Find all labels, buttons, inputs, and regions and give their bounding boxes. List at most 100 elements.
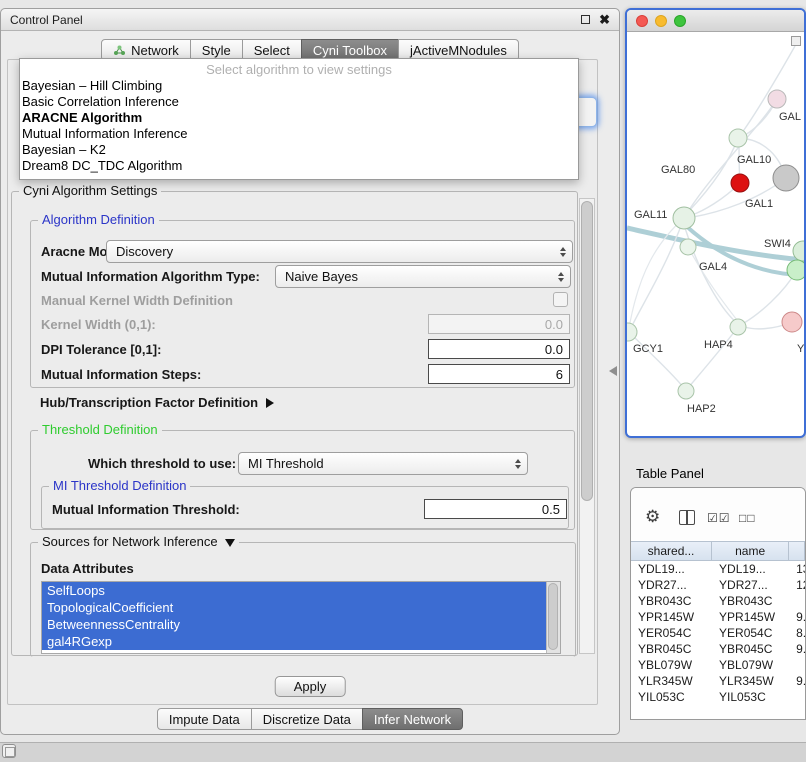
sources-group: Sources for Network Inference Data Attri… bbox=[30, 542, 576, 657]
algorithm-option-aracne-algorithm[interactable]: ARACNE Algorithm bbox=[20, 110, 578, 126]
apply-button[interactable]: Apply bbox=[275, 676, 346, 697]
table-cell: YBL079W bbox=[712, 658, 789, 672]
table-cell: YDR27... bbox=[631, 578, 712, 592]
tab-discretize-data[interactable]: Discretize Data bbox=[251, 708, 363, 730]
splitter-collapse-icon[interactable] bbox=[609, 366, 617, 376]
list-scrollbar[interactable] bbox=[546, 582, 560, 653]
attribute-item[interactable]: gal4RGexp bbox=[42, 633, 546, 650]
network-edge bbox=[688, 327, 738, 388]
node-label: GAL11 bbox=[634, 209, 667, 221]
tab-label: Discretize Data bbox=[263, 712, 351, 727]
hub-section-toggle[interactable]: Hub/Transcription Factor Definition bbox=[40, 395, 274, 410]
close-traffic-light-icon[interactable] bbox=[636, 15, 648, 27]
algorithm-option-bayesian-k2[interactable]: Bayesian – K2 bbox=[20, 142, 578, 158]
network-node[interactable] bbox=[673, 207, 695, 229]
columns-icon[interactable] bbox=[679, 510, 695, 525]
birdseye-toggle-icon[interactable] bbox=[791, 36, 801, 46]
minimize-traffic-light-icon[interactable] bbox=[655, 15, 667, 27]
table-row[interactable]: YBL079WYBL079W bbox=[631, 657, 805, 673]
network-view-window: GALGAL80GAL10GAL11GAL1SWI4GAL4GCY1HAP4HA… bbox=[625, 8, 806, 438]
table-row[interactable]: YBR045CYBR045C9... bbox=[631, 641, 805, 657]
aracne-mode-select[interactable]: Discovery bbox=[106, 240, 573, 263]
column-header-name[interactable]: name bbox=[712, 542, 789, 560]
table-cell: YLR345W bbox=[631, 674, 712, 688]
combo-arrows-icon bbox=[558, 272, 564, 282]
network-node[interactable] bbox=[782, 312, 802, 332]
network-node[interactable] bbox=[768, 90, 786, 108]
which-threshold-label: Which threshold to use: bbox=[88, 456, 236, 471]
scrollbar-thumb[interactable] bbox=[581, 201, 593, 501]
network-node[interactable] bbox=[729, 129, 747, 147]
network-window-titlebar[interactable] bbox=[627, 10, 804, 32]
which-threshold-select[interactable]: MI Threshold bbox=[238, 452, 528, 475]
table-row[interactable]: YBR043CYBR043C bbox=[631, 593, 805, 609]
table-row[interactable]: YPR145WYPR145W9... bbox=[631, 609, 805, 625]
tab-impute-data[interactable]: Impute Data bbox=[157, 708, 252, 730]
tab-label: jActiveMNodules bbox=[410, 43, 507, 58]
algorithm-option-bayesian-hill-climbing[interactable]: Bayesian – Hill Climbing bbox=[20, 78, 578, 94]
node-label: SWI4 bbox=[764, 238, 791, 250]
manual-kernel-width-checkbox[interactable] bbox=[553, 292, 568, 307]
node-label: GCY1 bbox=[633, 343, 663, 355]
mi-threshold-group: MI Threshold Definition Mutual Informati… bbox=[41, 486, 569, 529]
algorithm-option-dream8-dc-tdc-algorithm[interactable]: Dream8 DC_TDC Algorithm bbox=[20, 158, 578, 174]
column-header-extra[interactable] bbox=[789, 542, 805, 560]
network-canvas[interactable]: GALGAL80GAL10GAL11GAL1SWI4GAL4GCY1HAP4HA… bbox=[627, 32, 804, 438]
table-body: YDL19...YDL19...13...YDR27...YDR27...12.… bbox=[631, 561, 805, 719]
network-node[interactable] bbox=[680, 239, 696, 255]
mi-algorithm-type-select[interactable]: Naive Bayes bbox=[275, 265, 571, 288]
settings-scrollbar[interactable] bbox=[579, 198, 595, 654]
mi-threshold-field[interactable]: 0.5 bbox=[424, 499, 567, 519]
algorithm-option-basic-correlation-inference[interactable]: Basic Correlation Inference bbox=[20, 94, 578, 110]
control-panel-titlebar[interactable]: Control Panel ✖ bbox=[1, 9, 619, 31]
table-cell: 12... bbox=[789, 578, 805, 592]
network-icon bbox=[113, 45, 126, 56]
manual-kernel-width-label: Manual Kernel Width Definition bbox=[41, 293, 233, 308]
tab-label: Network bbox=[131, 43, 179, 58]
mi-algorithm-type-value: Naive Bayes bbox=[285, 269, 358, 284]
table-cell: YDL19... bbox=[631, 562, 712, 576]
combo-arrows-icon bbox=[515, 459, 521, 469]
gear-icon[interactable]: ⚙ bbox=[645, 508, 660, 525]
table-row[interactable]: YLR345WYLR345W9... bbox=[631, 673, 805, 689]
table-toolbar: ⚙ ☑☑ □□ bbox=[631, 488, 805, 540]
table-panel-window: ⚙ ☑☑ □□ shared...name YDL19...YDL19...13… bbox=[630, 487, 806, 720]
attribute-item[interactable]: SelfLoops bbox=[42, 582, 546, 599]
table-row[interactable]: YER054CYER054C8... bbox=[631, 625, 805, 641]
network-node[interactable] bbox=[773, 165, 799, 191]
network-node[interactable] bbox=[787, 260, 804, 280]
table-cell: YPR145W bbox=[712, 610, 789, 624]
tab-label: Infer Network bbox=[374, 712, 451, 727]
attribute-item[interactable]: BetweennessCentrality bbox=[42, 616, 546, 633]
network-node[interactable] bbox=[678, 383, 694, 399]
table-cell: 9... bbox=[789, 642, 805, 656]
network-node[interactable] bbox=[730, 319, 746, 335]
dpi-tolerance-field[interactable]: 0.0 bbox=[428, 339, 570, 359]
hide-columns-icon[interactable]: □□ bbox=[739, 511, 756, 525]
mi-threshold-label: Mutual Information Threshold: bbox=[52, 502, 240, 517]
float-window-icon[interactable] bbox=[581, 15, 590, 24]
table-cell: YER054C bbox=[712, 626, 789, 640]
tab-label: Impute Data bbox=[169, 712, 240, 727]
status-bar bbox=[0, 742, 806, 762]
scrollbar-thumb[interactable] bbox=[548, 583, 558, 650]
kernel-width-field[interactable]: 0.0 bbox=[428, 314, 570, 334]
table-row[interactable]: YDR27...YDR27...12... bbox=[631, 577, 805, 593]
node-label: GAL bbox=[779, 111, 801, 123]
mi-steps-field[interactable]: 6 bbox=[428, 364, 570, 384]
sources-title[interactable]: Sources for Network Inference bbox=[38, 534, 239, 549]
show-columns-icon[interactable]: ☑☑ bbox=[707, 511, 731, 525]
table-row[interactable]: YIL053CYIL053C bbox=[631, 689, 805, 705]
table-row[interactable]: YDL19...YDL19...13... bbox=[631, 561, 805, 577]
algorithm-option-mutual-information-inference[interactable]: Mutual Information Inference bbox=[20, 126, 578, 142]
tab-label: Select bbox=[254, 43, 290, 58]
zoom-traffic-light-icon[interactable] bbox=[674, 15, 686, 27]
tab-infer-network[interactable]: Infer Network bbox=[362, 708, 463, 730]
restore-panel-icon[interactable] bbox=[2, 744, 16, 758]
column-header-shared[interactable]: shared... bbox=[631, 542, 712, 560]
network-node[interactable] bbox=[731, 174, 749, 192]
control-panel-window: Control Panel ✖ NetworkStyleSelectCyni T… bbox=[0, 8, 620, 735]
close-window-icon[interactable]: ✖ bbox=[599, 13, 610, 26]
data-attributes-list[interactable]: SelfLoopsTopologicalCoefficientBetweenne… bbox=[41, 581, 561, 654]
attribute-item[interactable]: TopologicalCoefficient bbox=[42, 599, 546, 616]
